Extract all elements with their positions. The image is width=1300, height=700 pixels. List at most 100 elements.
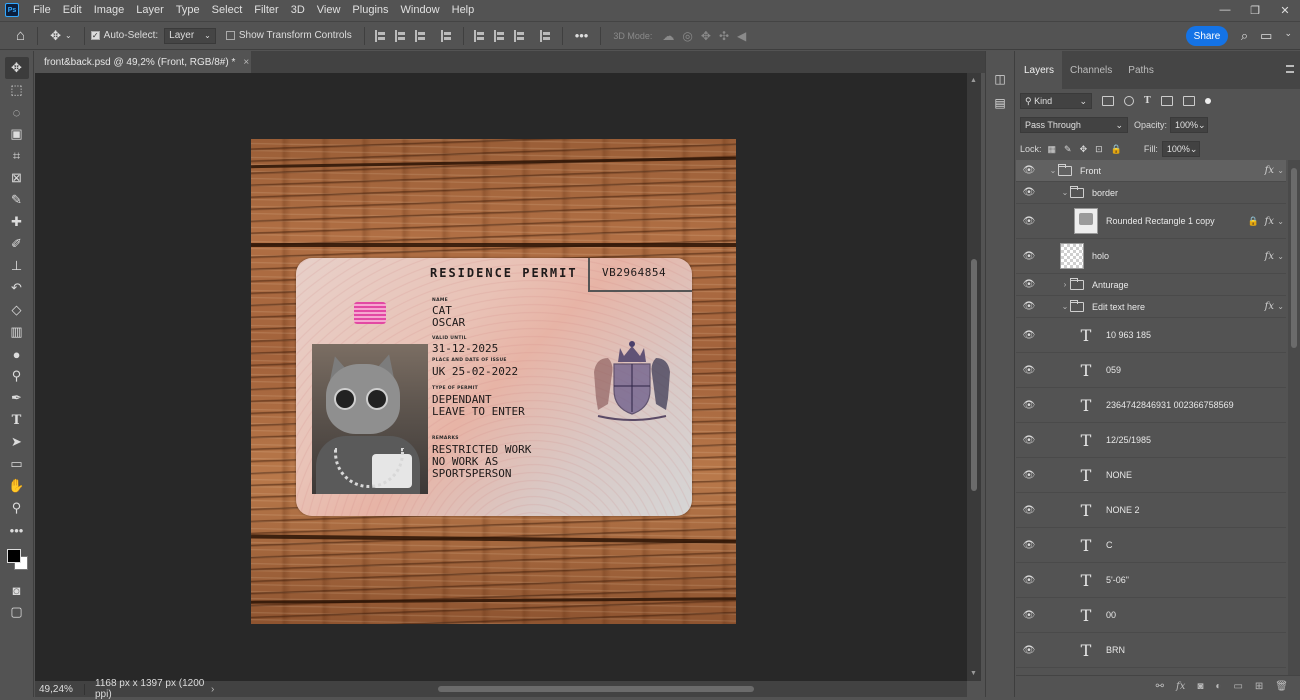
crop-tool-icon[interactable]: ⌗ [5, 145, 29, 167]
move-tool-icon[interactable]: ✥ [4, 57, 29, 79]
visibility-eye-icon[interactable]: 👁 [1016, 505, 1042, 516]
history-panel-icon[interactable]: ◫ [992, 71, 1008, 87]
chevron-down-icon[interactable]: ⌄ [1277, 217, 1284, 226]
link-layers-icon[interactable]: ⚯ [1156, 681, 1164, 692]
chevron-right-icon[interactable]: › [211, 684, 214, 695]
chevron-down-icon[interactable]: ⌄ [1277, 166, 1284, 175]
filter-smart-object-icon[interactable] [1182, 96, 1195, 106]
screen-mode-icon[interactable]: ▢ [5, 601, 29, 623]
filter-kind-dropdown[interactable]: ⚲ Kind ⌄ [1020, 93, 1092, 109]
visibility-eye-icon[interactable]: 👁 [1016, 470, 1042, 481]
visibility-eye-icon[interactable]: 👁 [1016, 610, 1042, 621]
history-brush-icon[interactable]: ↶ [5, 277, 29, 299]
menu-layer[interactable]: Layer [130, 0, 170, 20]
dodge-tool-icon[interactable]: ⚲ [5, 365, 29, 387]
menu-window[interactable]: Window [395, 0, 446, 20]
home-icon[interactable]: ⌂ [16, 27, 25, 44]
close-tab-icon[interactable]: × [243, 57, 249, 68]
tab-channels[interactable]: Channels [1062, 51, 1120, 89]
lock-pixels-icon[interactable]: ✎ [1064, 144, 1072, 155]
visibility-eye-icon[interactable]: 👁 [1016, 400, 1042, 411]
tab-paths[interactable]: Paths [1120, 51, 1162, 89]
lock-position-icon[interactable]: ✥ [1080, 144, 1088, 155]
layer-row[interactable]: 👁 ⌄ border [1016, 182, 1286, 204]
lasso-tool-icon[interactable]: ◌ [5, 101, 29, 123]
layer-row[interactable]: 👁 Rounded Rectangle 1 copy 🔒 fx ⌄ [1016, 204, 1286, 239]
align-top-icon[interactable] [473, 29, 486, 42]
chevron-down-icon[interactable]: ⌄ [1284, 28, 1292, 44]
lock-all-icon[interactable]: 🔒 [1111, 144, 1122, 155]
close-window-icon[interactable]: ✕ [1270, 0, 1300, 20]
filter-shape-icon[interactable] [1160, 96, 1173, 106]
show-transform-checkbox[interactable] [225, 31, 235, 40]
filter-toggle-icon[interactable] [1204, 98, 1211, 104]
distribute-horizontal-icon[interactable] [539, 29, 552, 42]
delete-layer-icon[interactable]: 🗑 [1275, 681, 1288, 692]
menu-view[interactable]: View [311, 0, 347, 20]
layer-row[interactable]: 👁 T NONE [1016, 458, 1286, 493]
lock-artboard-icon[interactable]: ⊡ [1095, 144, 1103, 155]
visibility-eye-icon[interactable]: 👁 [1016, 165, 1042, 176]
vertical-scrollbar[interactable]: ▲ ▼ [967, 73, 981, 681]
layers-scroll-thumb[interactable] [1291, 168, 1297, 348]
auto-select-dropdown[interactable]: Layer ⌄ [164, 27, 216, 44]
filter-pixel-icon[interactable] [1102, 96, 1114, 106]
menu-filter[interactable]: Filter [248, 0, 284, 20]
layer-row[interactable]: 👁 T BRN [1016, 633, 1286, 668]
layer-row[interactable]: 👁 › Anturage [1016, 274, 1286, 296]
align-right-icon[interactable] [414, 29, 427, 42]
zoom-level[interactable]: 49,24% [35, 683, 85, 695]
comments-panel-icon[interactable]: ▤ [992, 95, 1008, 111]
chevron-right-icon[interactable]: › [1060, 280, 1070, 289]
brush-tool-icon[interactable]: ✐ [5, 233, 29, 255]
menu-image[interactable]: Image [88, 0, 131, 20]
object-select-tool-icon[interactable]: ▣ [5, 123, 29, 145]
scroll-down-icon[interactable]: ▼ [970, 670, 977, 677]
3d-orbit-icon[interactable]: ☁ [662, 29, 674, 43]
search-icon[interactable]: ⌕ [1241, 28, 1248, 44]
rectangle-tool-icon[interactable]: ▭ [5, 453, 29, 475]
layer-row[interactable]: 👁 T C [1016, 528, 1286, 563]
pen-tool-icon[interactable]: ✒ [5, 387, 29, 409]
layer-row[interactable]: 👁 ⌄ Edit text here fx ⌄ [1016, 296, 1286, 318]
menu-3d[interactable]: 3D [285, 0, 311, 20]
3d-scale-icon[interactable]: ◀ [737, 29, 746, 43]
canvas-area[interactable]: RESIDENCE PERMIT VB2964854 NAME CAT OSCA… [35, 73, 967, 681]
marquee-tool-icon[interactable]: ⬚ [5, 79, 29, 101]
filter-type-icon[interactable]: T [1144, 96, 1151, 106]
align-left-icon[interactable] [374, 29, 387, 42]
layer-row[interactable]: 👁 T 5'-06" [1016, 563, 1286, 598]
document-canvas[interactable]: RESIDENCE PERMIT VB2964854 NAME CAT OSCA… [251, 139, 736, 624]
fx-icon[interactable]: fx [1265, 251, 1274, 262]
fill-input[interactable]: 100% ⌄ [1161, 141, 1200, 157]
visibility-eye-icon[interactable]: 👁 [1016, 540, 1042, 551]
fx-icon[interactable]: fx [1265, 301, 1274, 312]
frame-tool-icon[interactable]: ⊠ [5, 167, 29, 189]
layer-row[interactable]: 👁 T 10 963 185 [1016, 318, 1286, 353]
visibility-eye-icon[interactable]: 👁 [1016, 216, 1042, 227]
scroll-up-icon[interactable]: ▲ [970, 77, 977, 84]
chevron-down-icon[interactable]: ⌄ [1277, 252, 1284, 261]
share-button[interactable]: Share [1186, 26, 1228, 46]
fx-icon[interactable]: fx [1265, 165, 1274, 176]
align-center-icon[interactable] [394, 29, 407, 42]
chevron-down-icon[interactable]: ⌄ [1060, 302, 1070, 311]
minimize-icon[interactable]: — [1210, 0, 1240, 20]
menu-help[interactable]: Help [446, 0, 481, 20]
auto-select-checkbox[interactable]: ✓ [90, 31, 100, 40]
filter-adjustment-icon[interactable] [1124, 96, 1134, 106]
visibility-eye-icon[interactable]: 👁 [1016, 279, 1042, 290]
zoom-tool-icon[interactable]: ⚲ [5, 497, 29, 519]
hand-tool-icon[interactable]: ✋ [5, 475, 29, 497]
opacity-input[interactable]: 100% ⌄ [1170, 117, 1209, 133]
distribute-vertical-icon[interactable] [440, 29, 453, 42]
layer-row[interactable]: 👁 ⌄ Front fx ⌄ [1016, 160, 1286, 182]
visibility-eye-icon[interactable]: 👁 [1016, 365, 1042, 376]
visibility-eye-icon[interactable]: 👁 [1016, 435, 1042, 446]
align-middle-icon[interactable] [493, 29, 506, 42]
visibility-eye-icon[interactable]: 👁 [1016, 645, 1042, 656]
3d-roll-icon[interactable]: ◎ [682, 29, 692, 43]
layers-scrollbar[interactable] [1288, 160, 1300, 675]
more-options-icon[interactable]: ••• [575, 28, 589, 43]
visibility-eye-icon[interactable]: 👁 [1016, 301, 1042, 312]
